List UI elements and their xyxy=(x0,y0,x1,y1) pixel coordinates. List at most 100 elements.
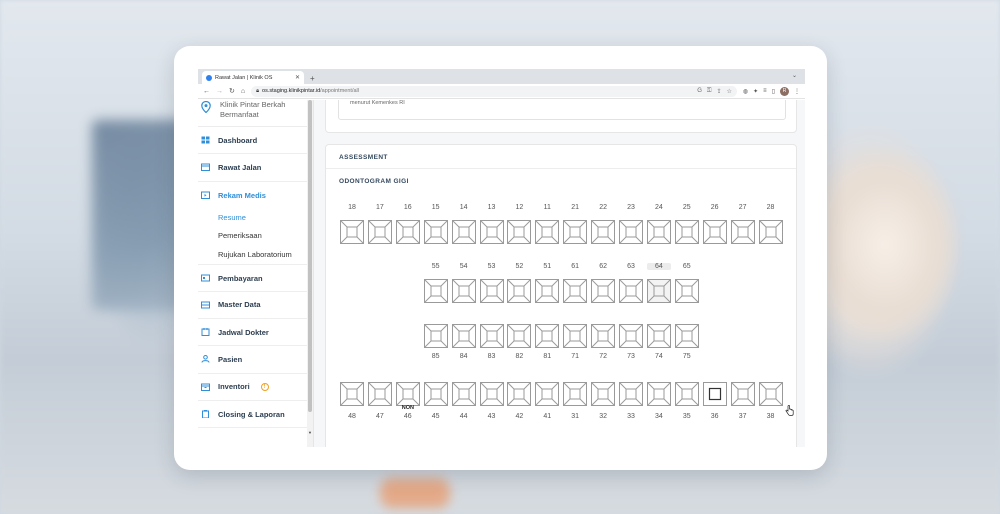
tooth-73[interactable] xyxy=(619,324,643,348)
tooth-61[interactable] xyxy=(563,279,588,303)
profile-avatar[interactable]: R xyxy=(780,86,789,96)
tooth-number-54: 54 xyxy=(459,263,468,270)
tooth-75[interactable] xyxy=(674,324,699,348)
odontogram-chart: 18 17 16 15 14 13 12 11 21 22 23 24 25 26 27 28 55 54 53 52… xyxy=(326,145,796,447)
bookmark-star-icon[interactable]: ☆ xyxy=(727,88,732,95)
tooth-number-15: 15 xyxy=(431,204,440,211)
sidebar-item-dashboard[interactable]: Dashboard xyxy=(198,127,313,155)
tooth-54[interactable] xyxy=(451,279,476,303)
tooth-number-22: 22 xyxy=(599,204,607,211)
tooth-37[interactable] xyxy=(730,382,755,406)
sidebar-item-rawat-jalan[interactable]: Rawat Jalan xyxy=(198,154,313,182)
tooth-12[interactable] xyxy=(507,220,532,244)
tab-search-icon[interactable]: ⌄ xyxy=(792,72,797,79)
tooth-16[interactable] xyxy=(395,220,420,244)
tooth-55[interactable] xyxy=(423,279,448,303)
tooth-34[interactable] xyxy=(646,382,671,406)
share-icon[interactable]: ⇪ xyxy=(716,88,721,95)
close-tab-icon[interactable]: ✕ xyxy=(295,74,300,81)
tooth-41[interactable] xyxy=(535,382,560,406)
tooth-17[interactable] xyxy=(367,220,392,244)
key-icon[interactable]: ⚿ xyxy=(707,88,712,95)
tooth-64[interactable] xyxy=(646,279,671,303)
sidebar-item-closing-laporan[interactable]: Closing & Laporan xyxy=(198,401,313,429)
tooth-82[interactable] xyxy=(507,324,532,348)
scroll-down-icon[interactable]: ▼ xyxy=(308,430,312,435)
tooth-35[interactable] xyxy=(674,382,699,406)
tooth-84[interactable] xyxy=(451,324,476,348)
back-icon[interactable]: ← xyxy=(203,88,210,95)
tooth-72[interactable] xyxy=(591,324,616,348)
tooth-51[interactable] xyxy=(535,279,560,303)
tooth-48[interactable] xyxy=(340,382,364,406)
submenu-item-rujukan-laboratorium[interactable]: Rujukan Laboratorium xyxy=(218,246,313,265)
new-tab-button[interactable]: + xyxy=(310,74,315,83)
sidebar-item-master-data[interactable]: Master Data xyxy=(198,292,313,319)
tooth-23[interactable] xyxy=(619,220,643,244)
sidepanel-icon[interactable]: ▯ xyxy=(772,88,775,95)
tooth-number-38: 38 xyxy=(766,413,775,420)
forward-icon[interactable]: → xyxy=(216,88,223,95)
sidebar-item-rekam-medis[interactable]: Rekam Medis xyxy=(198,182,313,209)
tooth-11[interactable] xyxy=(535,220,560,244)
tooth-number-53: 53 xyxy=(487,263,496,270)
tooth-62[interactable] xyxy=(591,279,616,303)
submenu-item-resume[interactable]: Resume xyxy=(218,209,313,228)
tooth-44[interactable] xyxy=(451,382,476,406)
tooth-83[interactable] xyxy=(479,324,504,348)
tooth-number-18: 18 xyxy=(348,204,356,211)
tooth-number-17: 17 xyxy=(375,204,384,211)
home-icon[interactable]: ⌂ xyxy=(241,88,245,95)
background-lamp xyxy=(810,150,960,340)
tooth-24[interactable] xyxy=(646,220,671,244)
submenu-item-pemeriksaan[interactable]: Pemeriksaan xyxy=(218,227,313,246)
scrollbar-thumb[interactable] xyxy=(308,100,312,412)
tooth-31[interactable] xyxy=(563,382,588,406)
tooth-38[interactable] xyxy=(758,382,783,406)
address-bar[interactable]: 🔒︎ os.staging.klinikpintar.id/appointmen… xyxy=(251,85,737,97)
tooth-36[interactable] xyxy=(702,382,727,406)
tooth-52[interactable] xyxy=(507,279,532,303)
tooth-21[interactable] xyxy=(563,220,588,244)
tooth-46[interactable] xyxy=(395,382,420,406)
tooth-25[interactable] xyxy=(674,220,699,244)
tooth-71[interactable] xyxy=(563,324,588,348)
sidebar-item-jadwal-dokter[interactable]: Jadwal Dokter xyxy=(198,319,313,347)
google-icon[interactable]: G xyxy=(697,88,702,95)
tooth-81[interactable] xyxy=(535,324,560,348)
tooth-42[interactable] xyxy=(507,382,532,406)
tooth-number-12: 12 xyxy=(515,204,524,211)
tooth-32[interactable] xyxy=(591,382,616,406)
tooth-63[interactable] xyxy=(619,279,643,303)
sidebar-scrollbar[interactable]: ▼ xyxy=(307,100,313,447)
sidebar-item-pasien[interactable]: Pasien xyxy=(198,346,313,374)
warning-icon: ! xyxy=(260,382,269,391)
tooth-13[interactable] xyxy=(479,220,504,244)
tooth-85[interactable] xyxy=(423,324,448,348)
tooth-28[interactable] xyxy=(758,220,783,244)
tooth-74[interactable] xyxy=(646,324,671,348)
reload-icon[interactable]: ↻ xyxy=(229,87,235,95)
tooth-53[interactable] xyxy=(479,279,504,303)
tooth-45[interactable] xyxy=(423,382,448,406)
tooth-15[interactable] xyxy=(423,220,448,244)
puzzle-icon[interactable]: ✦ xyxy=(753,88,758,95)
tooth-43[interactable] xyxy=(479,382,504,406)
tooth-18[interactable] xyxy=(340,220,364,244)
sidebar-item-pembayaran[interactable]: Pembayaran xyxy=(198,264,313,292)
browser-tab[interactable]: Rawat Jalan | Klinik OS ✕ xyxy=(202,71,304,84)
dashboard-icon xyxy=(201,136,210,144)
sidebar-item-inventori[interactable]: Inventori ! xyxy=(198,374,313,401)
tooth-27[interactable] xyxy=(730,220,755,244)
media-icon[interactable]: ≡ xyxy=(763,88,767,94)
tooth-33[interactable] xyxy=(619,382,643,406)
browser-window: Rawat Jalan | Klinik OS ✕ + ⌄ ← → ↻ ⌂ 🔒︎… xyxy=(198,69,805,447)
tooth-22[interactable] xyxy=(591,220,616,244)
box-icon xyxy=(201,383,210,391)
tooth-47[interactable] xyxy=(367,382,392,406)
kebab-menu-icon[interactable]: ⋮ xyxy=(794,88,800,95)
tooth-26[interactable] xyxy=(702,220,727,244)
extension-icon[interactable]: ◍ xyxy=(743,88,748,95)
tooth-65[interactable] xyxy=(674,279,699,303)
tooth-14[interactable] xyxy=(451,220,476,244)
